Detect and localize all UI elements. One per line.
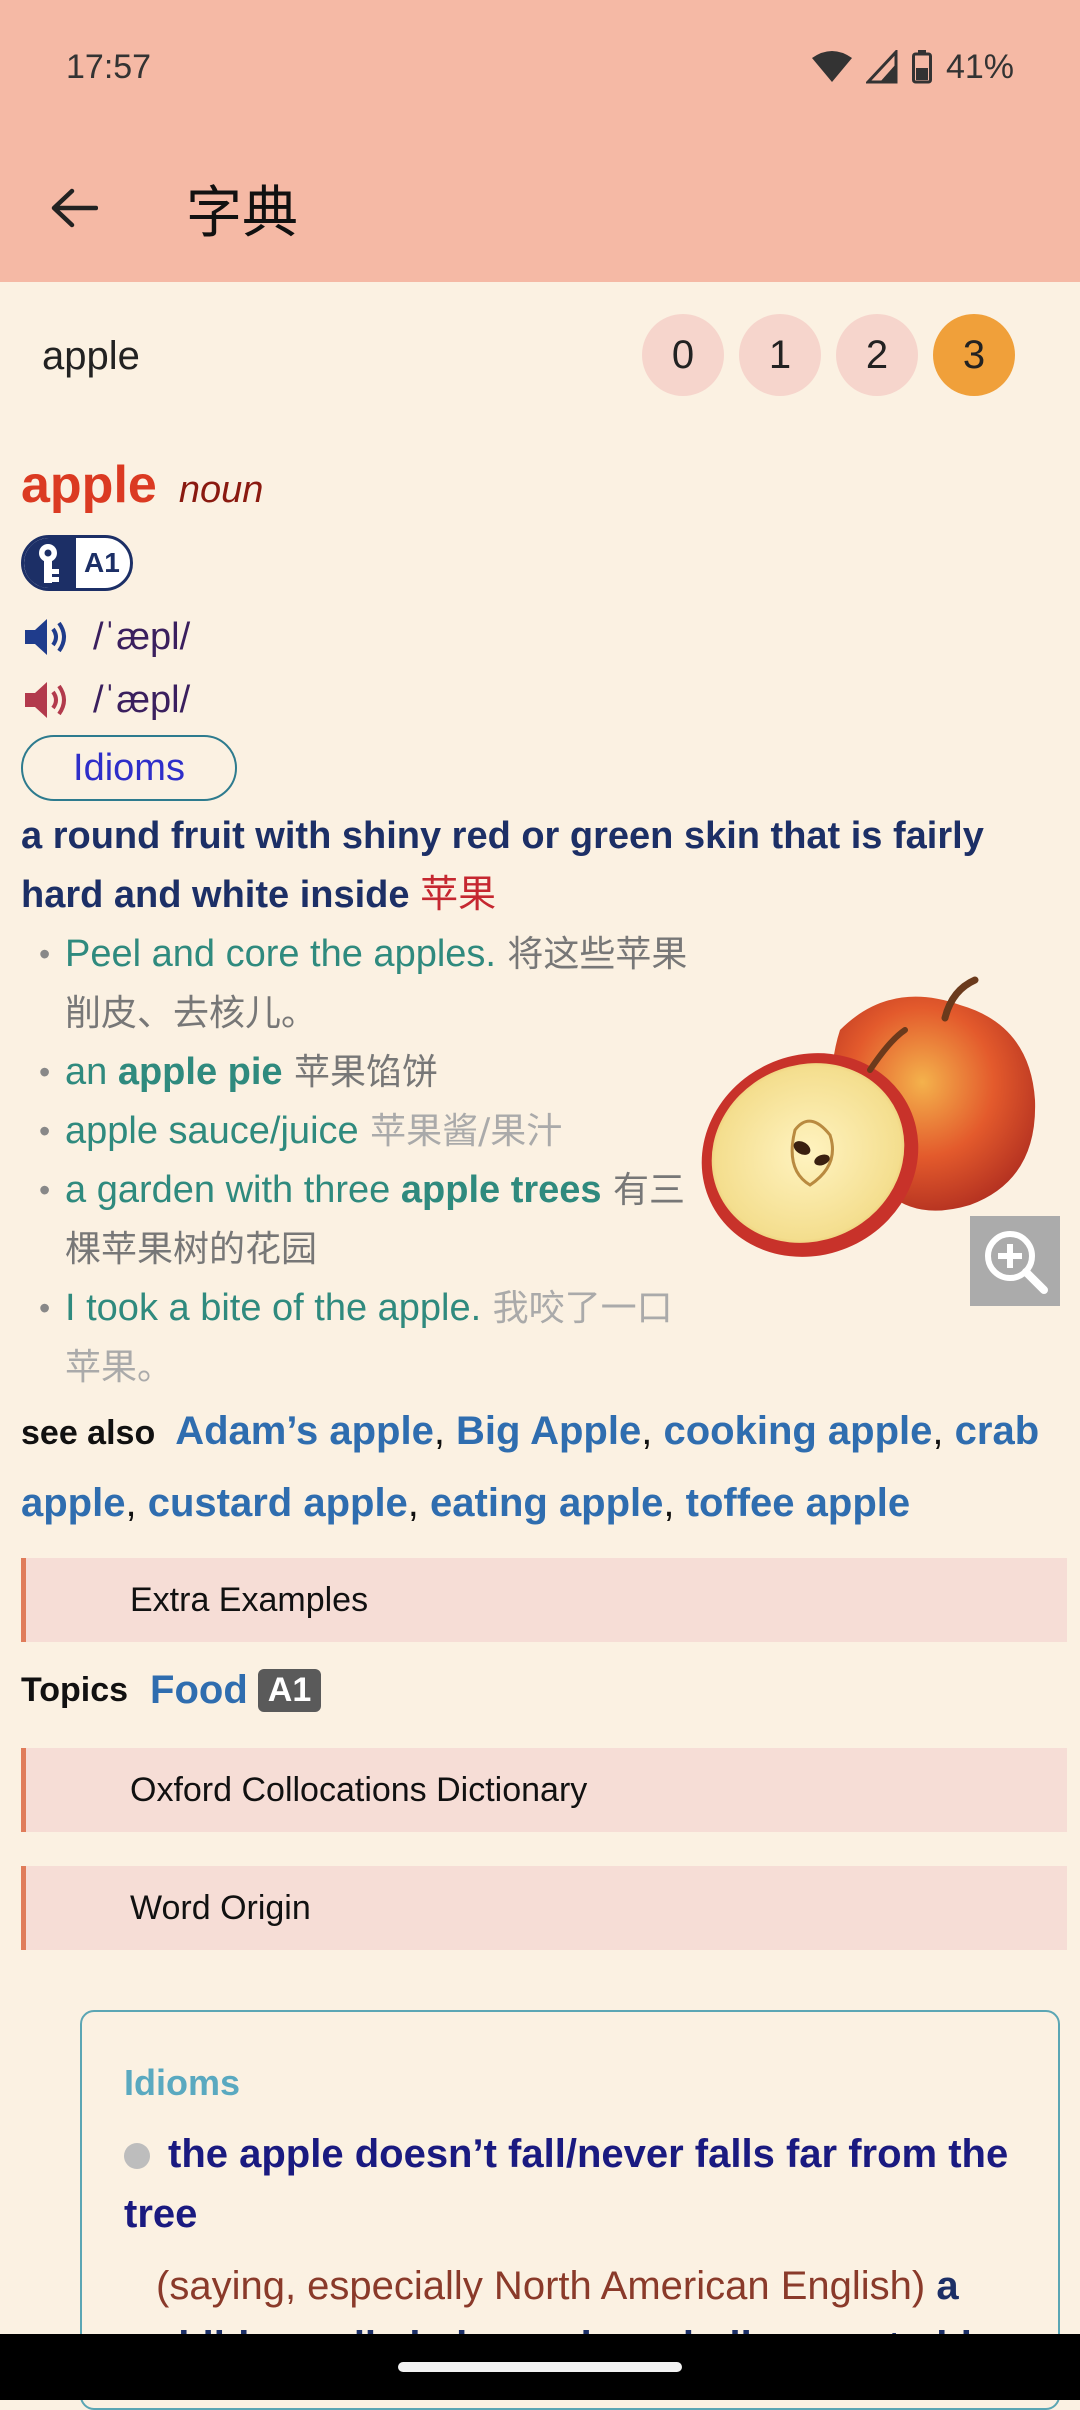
example-text: I took a bite of the apple. — [65, 1287, 482, 1329]
search-row: 0 1 2 3 — [0, 282, 1080, 430]
level-0-button[interactable]: 0 — [642, 314, 724, 396]
see-also-link-custard-apple[interactable]: custard apple — [148, 1481, 408, 1525]
level-3-button[interactable]: 3 — [933, 314, 1015, 396]
level-2-button[interactable]: 2 — [836, 314, 918, 396]
example-sentence: an apple pie 苹果馅饼 — [21, 1043, 701, 1102]
see-also-link-eating-apple[interactable]: eating apple — [430, 1481, 663, 1525]
see-also-link-big-apple[interactable]: Big Apple — [456, 1409, 641, 1453]
example-text: Peel and core the apples. — [65, 933, 496, 975]
app-bar: 字典 — [0, 134, 1080, 282]
battery-percent: 41% — [945, 47, 1014, 86]
example-sentence: Peel and core the apples. 将这些苹果削皮、去核儿。 — [21, 925, 701, 1043]
word-origin-section[interactable]: Word Origin — [21, 1866, 1067, 1950]
see-also-link-toffee-apple[interactable]: toffee apple — [686, 1481, 910, 1525]
example-text: an — [65, 1051, 118, 1093]
search-input[interactable] — [22, 316, 602, 396]
see-also-label: see also — [21, 1414, 156, 1452]
example-translation: 苹果酱/果汁 — [358, 1111, 563, 1152]
page-title: 字典 — [186, 180, 298, 246]
example-text: apple trees — [400, 1169, 602, 1211]
idioms-button[interactable]: Idioms — [21, 735, 237, 801]
part-of-speech: noun — [178, 469, 264, 511]
example-text: a garden with three — [65, 1169, 401, 1211]
back-button[interactable] — [34, 168, 114, 248]
battery-icon — [911, 50, 932, 84]
collocations-section[interactable]: Oxford Collocations Dictionary — [21, 1748, 1067, 1832]
definition: a round fruit with shiny red or green sk… — [21, 807, 1061, 924]
see-also: see also Adam’s apple, Big Apple, cooking… — [21, 1409, 1040, 1525]
topic-level-badge: A1 — [257, 1668, 322, 1712]
idiom-usage-label: (saying, especially North American Engli… — [156, 2264, 926, 2308]
oxford-key-icon — [24, 538, 76, 588]
pronunciation-us-text: /ˈæpl/ — [93, 678, 191, 721]
topic-link-food[interactable]: Food — [150, 1668, 248, 1713]
pronunciation-us: /ˈæpl/ — [21, 670, 190, 730]
status-bar: 17:57 41% — [0, 0, 1080, 134]
extra-examples-section[interactable]: Extra Examples — [21, 1558, 1067, 1642]
see-also-link-cooking-apple[interactable]: cooking apple — [663, 1409, 932, 1453]
headword: apple — [21, 456, 157, 514]
see-also-link-adams-apple[interactable]: Adam’s apple — [175, 1409, 434, 1453]
examples-list: Peel and core the apples. 将这些苹果削皮、去核儿。an… — [21, 925, 701, 1397]
definition-translation: 苹果 — [420, 872, 497, 916]
wifi-icon — [811, 51, 852, 82]
home-gesture-handle[interactable] — [398, 2362, 682, 2372]
oxford-level-label: A1 — [84, 547, 120, 578]
status-time: 17:57 — [66, 47, 152, 86]
idiom-phrase-text: the apple doesn’t fall/never falls far f… — [124, 2132, 1009, 2236]
example-text: apple pie — [117, 1051, 283, 1093]
pronunciation-uk-text: /ˈæpl/ — [93, 615, 191, 658]
definition-text: a round fruit with shiny red or green sk… — [21, 815, 984, 916]
idioms-heading: Idioms — [124, 2062, 241, 2103]
oxford-level-badge: A1 — [21, 535, 133, 591]
topics-row: Topics Food A1 — [21, 1660, 322, 1720]
status-icons: 41% — [811, 47, 1014, 87]
example-sentence: apple sauce/juice 苹果酱/果汁 — [21, 1102, 701, 1161]
arrow-left-icon — [51, 188, 98, 228]
idiom-bullet-icon — [124, 2143, 150, 2170]
idiom-phrase: the apple doesn’t fall/never falls far f… — [124, 2124, 1018, 2244]
headword-line: apple noun — [21, 455, 1061, 519]
dictionary-entry: apple noun A1 /ˈæpl/ /ˈæpl/ Idioms a rou… — [21, 455, 1061, 1388]
example-translation: 苹果馅饼 — [282, 1052, 438, 1093]
example-text: apple sauce/juice — [65, 1110, 359, 1152]
speaker-uk-icon[interactable] — [21, 615, 71, 659]
example-sentence: I took a bite of the apple. 我咬了一口苹果。 — [21, 1279, 701, 1397]
zoom-image-button[interactable] — [970, 1216, 1060, 1306]
signal-icon — [865, 50, 898, 84]
speaker-us-icon[interactable] — [21, 678, 71, 722]
example-sentence: a garden with three apple trees 有三棵苹果树的花… — [21, 1161, 701, 1279]
zoom-in-icon — [985, 1231, 1048, 1294]
topics-label: Topics — [21, 1670, 129, 1709]
level-1-button[interactable]: 1 — [739, 314, 821, 396]
pronunciation-uk: /ˈæpl/ — [21, 607, 190, 667]
